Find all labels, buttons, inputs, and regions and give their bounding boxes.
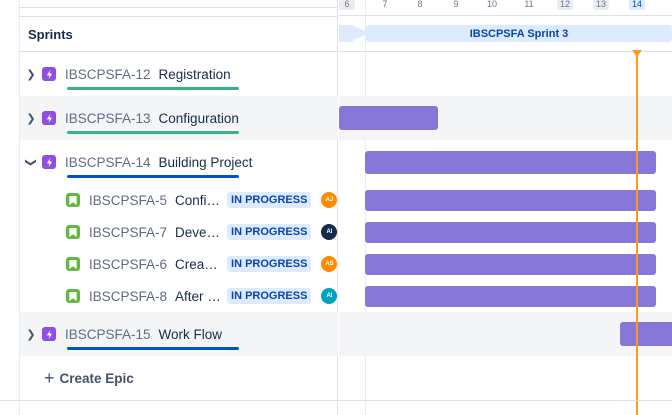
issue-key[interactable]: IBSCPSFA-13 (65, 111, 151, 126)
sprint-lane: IBSCPSFA Sprint 3 (339, 16, 672, 52)
date-header: 6 7 8 9 10 11 12 13 14 (339, 0, 672, 16)
today-label: 14 (629, 0, 645, 10)
issue-summary: After … (175, 288, 221, 304)
day-label: 9 (453, 0, 459, 9)
issue-key[interactable]: IBSCPSFA-6 (89, 257, 167, 272)
story-row-8[interactable]: IBSCPSFA-8 After … IN PROGRESS AI (20, 280, 338, 312)
story-icon (66, 225, 80, 239)
bottom-divider (0, 400, 672, 401)
epic-progress-bar (67, 87, 239, 90)
epic-bar-14[interactable] (365, 151, 656, 174)
avatar[interactable]: AJ (321, 192, 338, 208)
day-label: 13 (593, 0, 609, 10)
issue-key[interactable]: IBSCPSFA-7 (89, 225, 167, 240)
epic-icon (42, 67, 56, 81)
sprints-title: Sprints (28, 26, 73, 42)
create-epic-button[interactable]: + Create Epic (44, 366, 134, 390)
epic-progress-bar (67, 347, 239, 350)
issue-summary: Confi… (175, 192, 221, 208)
avatar[interactable]: AI (321, 288, 338, 304)
avatar[interactable]: AI (321, 224, 338, 240)
story-lane-5 (339, 184, 672, 216)
status-badge[interactable]: IN PROGRESS (227, 256, 312, 272)
status-badge[interactable]: IN PROGRESS (227, 288, 312, 304)
timeline-panel[interactable]: 6 7 8 9 10 11 12 13 14 IBSCPSFA Sprint 3 (339, 0, 672, 415)
epic-lane-13 (339, 96, 672, 140)
story-bar-7[interactable] (365, 222, 656, 243)
story-bar-5[interactable] (365, 190, 656, 211)
epic-lane-12 (339, 52, 672, 96)
day-label: 6 (339, 0, 355, 10)
epic-icon (42, 111, 56, 125)
day-label: 10 (486, 0, 497, 9)
epic-bar-13[interactable] (339, 106, 438, 130)
sprint-label: IBSCPSFA Sprint 3 (469, 27, 569, 40)
epic-icon (42, 327, 56, 341)
issue-key[interactable]: IBSCPSFA-5 (89, 193, 167, 208)
epic-icon (42, 155, 56, 169)
chevron-right-icon[interactable]: ❯ (20, 68, 42, 81)
issue-summary: Registration (158, 66, 231, 82)
story-bar-8[interactable] (365, 286, 656, 307)
status-badge[interactable]: IN PROGRESS (227, 224, 312, 240)
story-row-5[interactable]: IBSCPSFA-5 Confi… IN PROGRESS AJ (20, 184, 338, 216)
day-label: 11 (524, 0, 534, 9)
story-icon (66, 257, 80, 271)
story-lane-8 (339, 280, 672, 312)
story-lane-6 (339, 248, 672, 280)
chevron-right-icon[interactable]: ❯ (20, 112, 42, 125)
day-label: 12 (557, 0, 573, 10)
today-line (636, 52, 638, 415)
story-row-7[interactable]: IBSCPSFA-7 Devel… IN PROGRESS AI (20, 216, 338, 248)
issue-summary: Creat… (175, 256, 222, 272)
issue-key[interactable]: IBSCPSFA-12 (65, 67, 151, 82)
issue-summary: Building Project (158, 154, 253, 170)
issue-key[interactable]: IBSCPSFA-15 (65, 327, 151, 342)
epic-lane-15 (339, 312, 672, 356)
status-badge[interactable]: IN PROGRESS (227, 192, 312, 208)
issue-summary: Devel… (175, 224, 222, 240)
left-gutter (0, 0, 20, 415)
plus-icon: + (44, 367, 55, 388)
chevron-down-icon[interactable]: ❯ (25, 151, 38, 173)
epic-progress-bar (67, 175, 239, 178)
sprints-header: Sprints (20, 16, 338, 52)
story-icon (66, 289, 80, 303)
story-icon (66, 193, 80, 207)
story-lane-7 (339, 216, 672, 248)
sprint-bar[interactable]: IBSCPSFA Sprint 3 (366, 25, 672, 42)
epic-lane-14 (339, 140, 672, 184)
issue-list-panel: Sprints ❯ IBSCPSFA-12 Registration ❯ IBS… (20, 0, 338, 415)
day-label: 7 (382, 0, 388, 9)
chevron-right-icon[interactable]: ❯ (20, 328, 42, 341)
left-header-strip (20, 0, 338, 8)
story-row-6[interactable]: IBSCPSFA-6 Creat… IN PROGRESS AS (20, 248, 338, 280)
epic-progress-bar (67, 131, 239, 134)
issue-summary: Work Flow (158, 326, 223, 342)
avatar[interactable]: AS (321, 256, 338, 272)
story-bar-6[interactable] (365, 254, 656, 275)
issue-key[interactable]: IBSCPSFA-8 (89, 289, 167, 304)
issue-key[interactable]: IBSCPSFA-14 (65, 155, 151, 170)
issue-summary: Configuration (158, 110, 239, 126)
epic-bar-15[interactable] (620, 322, 672, 346)
create-epic-label: Create Epic (59, 370, 134, 386)
day-label: 8 (417, 0, 423, 9)
